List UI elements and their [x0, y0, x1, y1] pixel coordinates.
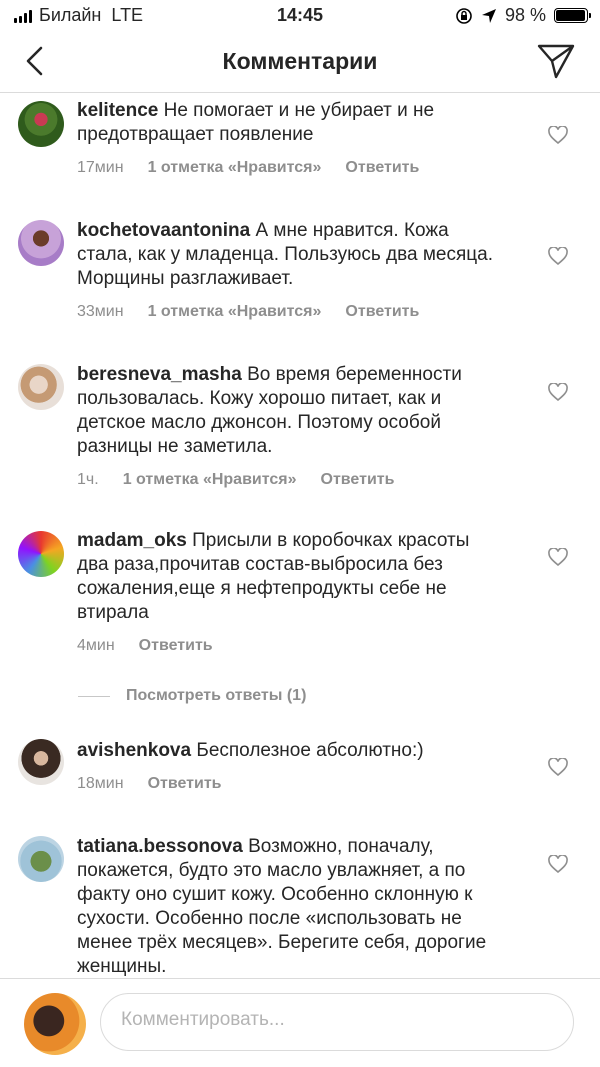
location-arrow-icon: [481, 8, 496, 23]
comment-time: 17мин: [77, 159, 124, 176]
comment-item: kochetovaantonina А мне нравится. Кожа с…: [0, 219, 600, 321]
comment-item: kelitence Не помогает и не убирает и не …: [0, 99, 600, 177]
comment-text: Возможно, поначалу, покажется, будто это…: [77, 836, 487, 977]
comment-time: 4мин: [77, 637, 115, 654]
likes-count[interactable]: 1 отметка «Нравится»: [123, 471, 297, 489]
view-replies-button[interactable]: Посмотреть ответы (1): [78, 687, 306, 705]
comment-meta: 18мин Ответить: [77, 775, 504, 793]
comment-time: 18мин: [77, 775, 124, 792]
comments-list[interactable]: kelitence Не помогает и не убирает и не …: [0, 93, 600, 978]
heart-icon[interactable]: [548, 126, 568, 144]
avatar: [24, 993, 86, 1055]
comment-username[interactable]: beresneva_masha: [77, 364, 242, 385]
comment-input-bar: [0, 978, 600, 1067]
likes-count[interactable]: 1 отметка «Нравится»: [148, 303, 322, 321]
avatar[interactable]: [18, 531, 64, 577]
divider-line: [78, 695, 110, 697]
orientation-lock-icon: [456, 7, 472, 24]
comment-field[interactable]: [100, 993, 574, 1051]
comment-username[interactable]: avishenkova: [77, 740, 191, 761]
page-title: Комментарии: [222, 48, 378, 74]
heart-icon[interactable]: [548, 758, 568, 776]
heart-icon[interactable]: [548, 855, 568, 873]
reply-button[interactable]: Ответить: [139, 637, 213, 655]
reply-button[interactable]: Ответить: [148, 775, 222, 793]
reply-button[interactable]: Ответить: [345, 159, 419, 177]
status-bar: Билайн LTE 14:45 98 %: [0, 0, 600, 30]
avatar[interactable]: [18, 836, 64, 882]
comment-meta: 17мин 1 отметка «Нравится» Ответить: [77, 159, 504, 177]
comment-item: avishenkova Бесполезное абсолютно:) 18ми…: [0, 739, 600, 793]
comment-input[interactable]: [119, 1008, 553, 1032]
comment-username[interactable]: kelitence: [77, 100, 158, 121]
avatar[interactable]: [18, 364, 64, 410]
comment-username[interactable]: kochetovaantonina: [77, 220, 250, 241]
comment-username[interactable]: madam_oks: [77, 530, 187, 551]
view-replies-label: Посмотреть ответы (1): [126, 687, 307, 704]
avatar[interactable]: [18, 739, 64, 785]
battery-icon: [554, 8, 591, 23]
heart-icon[interactable]: [548, 247, 568, 265]
reply-button[interactable]: Ответить: [345, 303, 419, 321]
comment-meta: 33мин 1 отметка «Нравится» Ответить: [77, 303, 504, 321]
header: Комментарии: [0, 30, 600, 93]
heart-icon[interactable]: [548, 383, 568, 401]
comment-meta: 1ч. 1 отметка «Нравится» Ответить: [77, 471, 504, 489]
comment-username[interactable]: tatiana.bessonova: [77, 836, 243, 857]
comment-time: 1ч.: [77, 471, 99, 488]
avatar[interactable]: [18, 101, 64, 147]
avatar[interactable]: [18, 220, 64, 266]
comment-item: tatiana.bessonova Возможно, поначалу, по…: [0, 835, 600, 978]
comment-item: beresneva_masha Во время беременности по…: [0, 363, 600, 489]
comment-text: Бесполезное абсолютно:): [196, 740, 424, 761]
heart-icon[interactable]: [548, 548, 568, 566]
comment-item: madam_oks Присыли в коробочках красоты д…: [0, 529, 600, 655]
battery-percent: 98 %: [504, 5, 546, 25]
reply-button[interactable]: Ответить: [321, 471, 395, 489]
likes-count[interactable]: 1 отметка «Нравится»: [148, 159, 322, 177]
comment-meta: 4мин Ответить: [77, 637, 504, 655]
comment-time: 33мин: [77, 303, 124, 320]
paper-plane-icon[interactable]: [536, 42, 576, 80]
